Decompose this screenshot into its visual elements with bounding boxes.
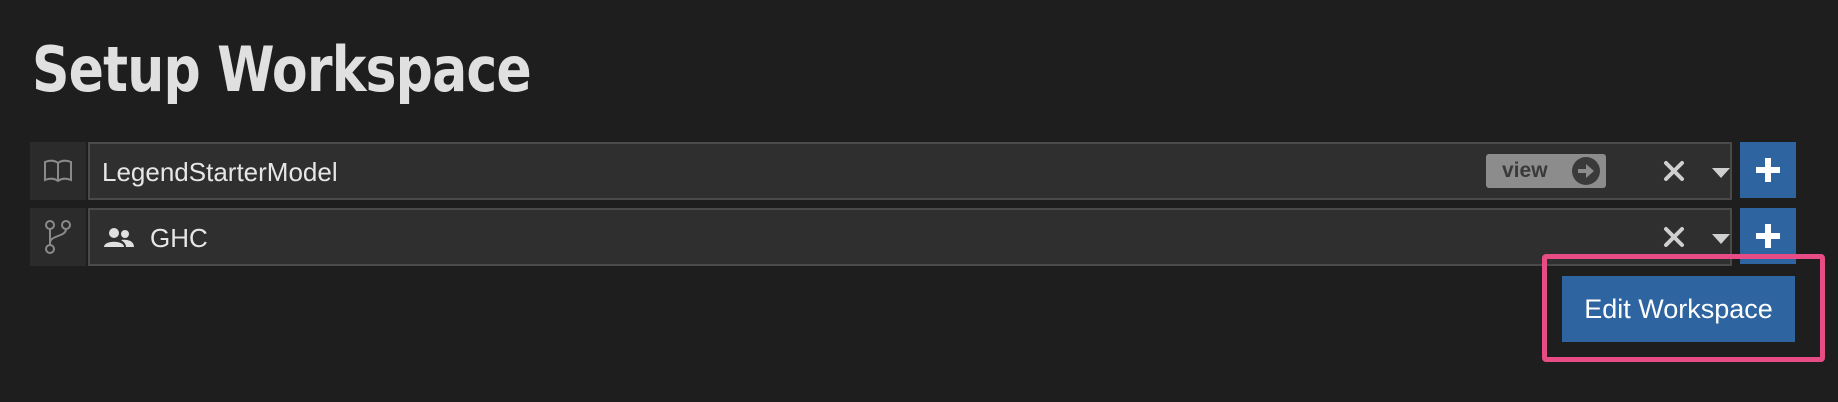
arrow-right-circle-icon <box>1572 157 1600 185</box>
workspace-select[interactable]: GHC <box>88 208 1732 266</box>
project-select[interactable]: LegendStarterModel view <box>88 142 1732 200</box>
book-open-icon <box>30 142 86 200</box>
view-project-button[interactable]: view <box>1486 154 1606 188</box>
plus-icon <box>1756 158 1780 182</box>
project-dropdown-caret-icon[interactable] <box>1712 168 1730 178</box>
setup-workspace-page: Setup Workspace LegendStarterModel view <box>0 0 1838 402</box>
view-label: view <box>1502 159 1548 182</box>
workspace-dropdown-caret-icon[interactable] <box>1712 234 1730 244</box>
project-select-value: LegendStarterModel <box>102 157 338 187</box>
plus-icon <box>1756 224 1780 248</box>
clear-workspace-icon[interactable] <box>1662 225 1686 249</box>
clear-project-icon[interactable] <box>1662 159 1686 183</box>
add-project-button[interactable] <box>1740 142 1796 198</box>
workspace-select-value: GHC <box>150 223 208 253</box>
edit-workspace-button[interactable]: Edit Workspace <box>1562 276 1795 342</box>
project-selector-row: LegendStarterModel view <box>30 142 1798 200</box>
group-users-icon <box>104 228 134 247</box>
workspace-selector-row: GHC <box>30 208 1798 266</box>
page-title: Setup Workspace <box>32 33 532 106</box>
git-branch-icon <box>30 208 86 266</box>
